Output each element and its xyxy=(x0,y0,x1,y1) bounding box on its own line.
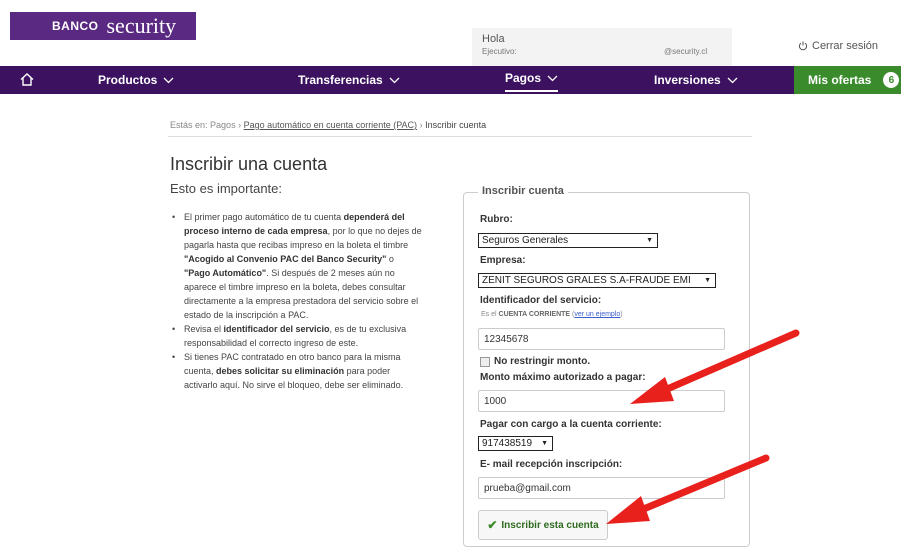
offers-count-badge: 6 xyxy=(883,72,900,88)
no-restringir-checkbox[interactable]: No restringir monto. xyxy=(480,356,590,367)
mis-ofertas-label: Mis ofertas xyxy=(808,73,872,87)
nav-productos-label: Productos xyxy=(98,73,158,87)
identificador-hint: Es el CUENTA CORRIENTE (ver un ejemplo) xyxy=(481,311,623,318)
home-button[interactable] xyxy=(20,73,34,91)
nav-transferencias-label: Transferencias xyxy=(298,73,383,87)
email-label: E- mail recepción inscripción: xyxy=(480,459,623,470)
breadcrumb-separator: › xyxy=(238,120,242,130)
submit-label: Inscribir esta cuenta xyxy=(501,519,599,531)
nav-pagos[interactable]: Pagos xyxy=(505,66,559,92)
dropdown-caret-icon: ▼ xyxy=(541,440,548,447)
chevron-down-icon xyxy=(163,77,174,83)
rubro-value: Seguros Generales xyxy=(482,235,569,246)
form-legend: Inscribir cuenta xyxy=(478,185,568,197)
chevron-down-icon xyxy=(547,75,558,81)
dropdown-caret-icon: ▼ xyxy=(646,237,653,244)
list-item: Revisa el identificador del servicio, es… xyxy=(172,322,422,350)
monto-input[interactable]: 1000 xyxy=(478,390,725,412)
rubro-select[interactable]: Seguros Generales ▼ xyxy=(478,233,658,248)
identificador-input[interactable]: 12345678 xyxy=(478,328,725,350)
power-icon xyxy=(798,41,808,51)
identificador-label: Identificador del servicio: xyxy=(480,295,602,306)
dropdown-caret-icon: ▼ xyxy=(704,277,711,284)
empresa-select[interactable]: ZENIT SEGUROS GRALES S.A-FRAUDE EMI ▼ xyxy=(478,273,716,288)
breadcrumb: Estás en: Pagos › Pago automático en cue… xyxy=(170,120,486,130)
breadcrumb-divider xyxy=(168,136,752,137)
rubro-label: Rubro: xyxy=(480,214,513,225)
ejecutivo-email: @security.cl xyxy=(664,47,708,56)
inscribir-cuenta-button[interactable]: ✔ Inscribir esta cuenta xyxy=(478,510,608,540)
logo-security-text: security xyxy=(106,13,177,38)
ver-ejemplo-link[interactable]: ver un ejemplo xyxy=(574,311,620,318)
top-header: BANCO security Hola Ejecutivo: @security… xyxy=(0,0,901,66)
logout-button[interactable]: Cerrar sesión xyxy=(798,40,878,52)
breadcrumb-current: Inscribir cuenta xyxy=(425,120,487,130)
important-heading: Esto es importante: xyxy=(170,181,282,196)
nav-inversiones-label: Inversiones xyxy=(654,73,721,87)
cuenta-label: Pagar con cargo a la cuenta corriente: xyxy=(480,419,662,430)
page-title: Inscribir una cuenta xyxy=(170,154,328,174)
breadcrumb-separator: › xyxy=(419,120,423,130)
nav-pagos-label: Pagos xyxy=(505,71,542,85)
cuenta-select[interactable]: 917438519 ▼ xyxy=(478,436,553,451)
empresa-label: Empresa: xyxy=(480,255,526,266)
email-input[interactable]: prueba@gmail.com xyxy=(478,477,725,499)
no-restringir-label: No restringir monto. xyxy=(494,356,591,367)
user-greeting-panel: Hola Ejecutivo: @security.cl xyxy=(472,28,732,66)
checkmark-icon: ✔ xyxy=(487,518,498,532)
nav-productos[interactable]: Productos xyxy=(98,66,174,94)
nav-transferencias[interactable]: Transferencias xyxy=(298,66,400,94)
banco-security-logo[interactable]: BANCO security xyxy=(10,12,196,40)
list-item: Si tienes PAC contratado en otro banco p… xyxy=(172,350,422,392)
logout-label: Cerrar sesión xyxy=(812,40,879,52)
cuenta-value: 917438519 xyxy=(482,438,533,449)
breadcrumb-prefix: Estás en: xyxy=(170,120,208,130)
breadcrumb-pac-link[interactable]: Pago automático en cuenta corriente (PAC… xyxy=(244,120,417,130)
chevron-down-icon xyxy=(389,77,400,83)
home-icon xyxy=(20,73,34,86)
mis-ofertas-button[interactable]: Mis ofertas 6 xyxy=(794,66,901,94)
chevron-down-icon xyxy=(727,77,738,83)
logo-banco-text: BANCO xyxy=(52,19,99,33)
ejecutivo-label: Ejecutivo: xyxy=(482,47,517,56)
empresa-value: ZENIT SEGUROS GRALES S.A-FRAUDE EMI xyxy=(482,275,691,286)
monto-label: Monto máximo autorizado a pagar: xyxy=(480,372,646,383)
list-item: El primer pago automático de tu cuenta d… xyxy=(172,210,422,322)
nav-inversiones[interactable]: Inversiones xyxy=(654,66,738,94)
checkbox-box[interactable] xyxy=(480,356,490,367)
important-notes-list: El primer pago automático de tu cuenta d… xyxy=(172,210,422,392)
breadcrumb-pagos[interactable]: Pagos xyxy=(210,120,236,130)
greeting-text: Hola xyxy=(482,33,505,45)
main-nav: Productos Transferencias Pagos Inversion… xyxy=(0,66,901,94)
